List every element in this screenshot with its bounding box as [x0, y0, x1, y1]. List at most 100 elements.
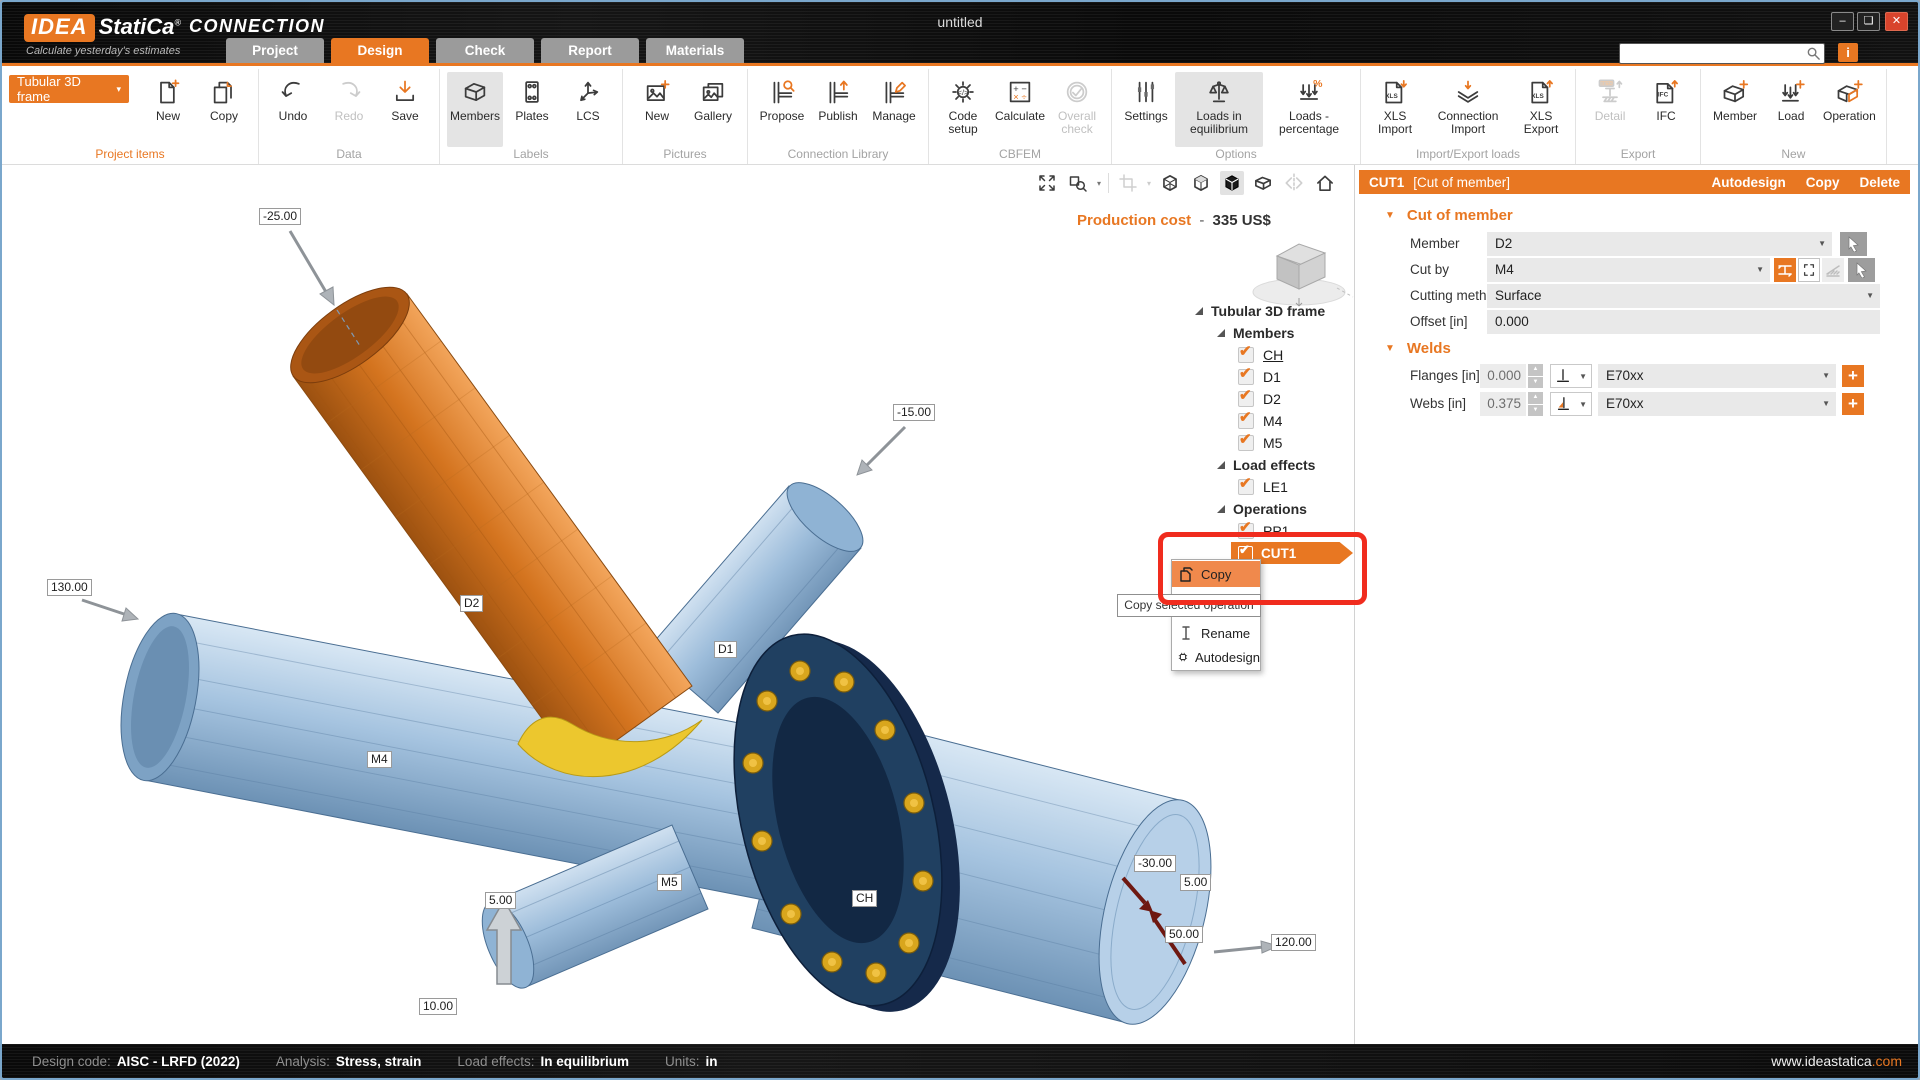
checkbox-checked[interactable]: ✔	[1238, 369, 1254, 385]
website-link[interactable]: www.ideastatica.com	[1771, 1053, 1902, 1069]
manage-button[interactable]: Manage	[867, 72, 921, 147]
autodesign-button[interactable]: Autodesign	[1711, 175, 1785, 190]
new-member-button[interactable]: Member	[1708, 72, 1762, 147]
checkbox-checked[interactable]: ✔	[1238, 435, 1254, 451]
offset-input[interactable]: 0.000	[1487, 310, 1880, 334]
section-welds[interactable]: ▼Welds	[1385, 340, 1451, 357]
step-up-icon[interactable]: ▲	[1528, 392, 1543, 404]
tree-expander-icon[interactable]	[1216, 504, 1226, 514]
tree-item-m5[interactable]: ✔M5	[1194, 432, 1360, 454]
calculate-button[interactable]: +−×÷ Calculate	[992, 72, 1048, 147]
undo-button[interactable]: Undo	[266, 72, 320, 147]
step-down-icon[interactable]: ▼	[1528, 377, 1543, 389]
gallery-button[interactable]: Gallery	[686, 72, 740, 147]
member-tag-ch[interactable]: CH	[852, 890, 877, 907]
tree-item-ch[interactable]: ✔CH	[1194, 344, 1360, 366]
lcs-button[interactable]: LCS	[561, 72, 615, 147]
plates-labels-button[interactable]: Plates	[505, 72, 559, 147]
tab-design[interactable]: Design	[331, 38, 429, 63]
section-cut-of-member[interactable]: ▼Cut of member	[1385, 207, 1513, 224]
flange-weld-size-input[interactable]: 0.000	[1480, 364, 1526, 388]
project-type-combo[interactable]: Tubular 3D frame▾	[9, 75, 129, 103]
tree-expander-icon[interactable]	[1216, 328, 1226, 338]
cut-by-select[interactable]: M4▼	[1487, 258, 1770, 282]
tree-expander-icon[interactable]	[1194, 306, 1204, 316]
add-web-weld-button[interactable]: +	[1842, 393, 1864, 415]
loads-percentage-button[interactable]: % Loads - percentage	[1265, 72, 1353, 147]
new-operation-button[interactable]: Operation	[1820, 72, 1879, 147]
home-view-icon[interactable]	[1313, 171, 1337, 195]
tree-expander-icon[interactable]	[1216, 460, 1226, 470]
connection-import-button[interactable]: Connection Import	[1424, 72, 1512, 147]
minimize-button[interactable]: –	[1831, 12, 1854, 31]
members-labels-button[interactable]: Members	[447, 72, 503, 147]
copy-operation-button[interactable]: Copy	[1806, 175, 1840, 190]
fit-view-icon[interactable]	[1035, 171, 1059, 195]
loads-in-equilibrium-button[interactable]: Loads in equilibrium	[1175, 72, 1263, 147]
tree-group-operations[interactable]: Operations	[1194, 498, 1360, 520]
checkbox-checked[interactable]: ✔	[1238, 347, 1254, 363]
view-solid-icon[interactable]	[1220, 171, 1244, 195]
member-tag-m5[interactable]: M5	[657, 874, 682, 891]
tree-root[interactable]: Tubular 3D frame	[1194, 300, 1360, 322]
tab-check[interactable]: Check	[436, 38, 534, 63]
pick-member-button[interactable]	[1840, 232, 1867, 256]
search-input[interactable]	[1619, 43, 1825, 64]
checkbox-checked[interactable]: ✔	[1238, 523, 1254, 539]
step-down-icon[interactable]: ▼	[1528, 405, 1543, 417]
cut-type-weld-button[interactable]	[1774, 258, 1796, 282]
checkbox-checked[interactable]: ✔	[1238, 479, 1254, 495]
settings-button[interactable]: Settings	[1119, 72, 1173, 147]
cut-type-bolts-button[interactable]	[1798, 258, 1820, 282]
tab-project[interactable]: Project	[226, 38, 324, 63]
info-button[interactable]: i	[1838, 43, 1858, 62]
tab-materials[interactable]: Materials	[646, 38, 744, 63]
zoom-window-icon[interactable]	[1066, 171, 1090, 195]
tree-item-d1[interactable]: ✔D1	[1194, 366, 1360, 388]
tree-item-d2[interactable]: ✔D2	[1194, 388, 1360, 410]
ifc-export-button[interactable]: IFC IFC	[1639, 72, 1693, 147]
step-up-icon[interactable]: ▲	[1528, 364, 1543, 376]
close-button[interactable]: ✕	[1885, 12, 1908, 31]
new-project-button[interactable]: New	[141, 72, 195, 147]
menu-item-rename[interactable]: Rename	[1172, 620, 1260, 646]
navigation-cube[interactable]	[1247, 230, 1359, 310]
tree-item-le1[interactable]: ✔LE1	[1194, 476, 1360, 498]
propose-button[interactable]: Propose	[755, 72, 809, 147]
add-flange-weld-button[interactable]: +	[1842, 365, 1864, 387]
collapse-triangle-icon[interactable]: ▼	[1385, 210, 1395, 221]
new-picture-button[interactable]: New	[630, 72, 684, 147]
checkbox-checked[interactable]: ✔	[1238, 413, 1254, 429]
view-wireframe-icon[interactable]	[1158, 171, 1182, 195]
menu-item-copy[interactable]: Copy	[1172, 561, 1260, 587]
copy-project-button[interactable]: Copy	[197, 72, 251, 147]
delete-operation-button[interactable]: Delete	[1859, 175, 1900, 190]
web-weld-size-input[interactable]: 0.375	[1480, 392, 1526, 416]
xls-import-button[interactable]: XLS XLS Import	[1368, 72, 1422, 147]
web-weld-stepper[interactable]: ▲▼	[1528, 392, 1543, 416]
menu-item-autodesign[interactable]: Autodesign	[1172, 644, 1260, 670]
web-electrode-select[interactable]: E70xx▼	[1598, 392, 1836, 416]
tab-report[interactable]: Report	[541, 38, 639, 63]
checkbox-checked[interactable]: ✔	[1238, 391, 1254, 407]
tree-item-pp1[interactable]: ✔PP1	[1194, 520, 1360, 542]
member-tag-m4[interactable]: M4	[367, 751, 392, 768]
maximize-button[interactable]: ❏	[1857, 12, 1880, 31]
tree-group-load-effects[interactable]: Load effects	[1194, 454, 1360, 476]
flange-weld-type-select[interactable]: ▼	[1550, 364, 1592, 388]
code-setup-button[interactable]: </> Code setup	[936, 72, 990, 147]
publish-button[interactable]: Publish	[811, 72, 865, 147]
member-tag-d2[interactable]: D2	[460, 595, 483, 612]
tree-group-members[interactable]: Members	[1194, 322, 1360, 344]
save-button[interactable]: Save	[378, 72, 432, 147]
flange-electrode-select[interactable]: E70xx▼	[1598, 364, 1836, 388]
chevron-down-icon[interactable]: ▾	[1097, 179, 1101, 188]
view-hidden-lines-icon[interactable]	[1189, 171, 1213, 195]
tree-item-m4[interactable]: ✔M4	[1194, 410, 1360, 432]
member-select[interactable]: D2▼	[1487, 232, 1832, 256]
view-section-cut-icon[interactable]	[1251, 171, 1275, 195]
member-tag-d1[interactable]: D1	[714, 641, 737, 658]
flange-weld-stepper[interactable]: ▲▼	[1528, 364, 1543, 388]
cutting-method-select[interactable]: Surface▼	[1487, 284, 1880, 308]
collapse-triangle-icon[interactable]: ▼	[1385, 343, 1395, 354]
